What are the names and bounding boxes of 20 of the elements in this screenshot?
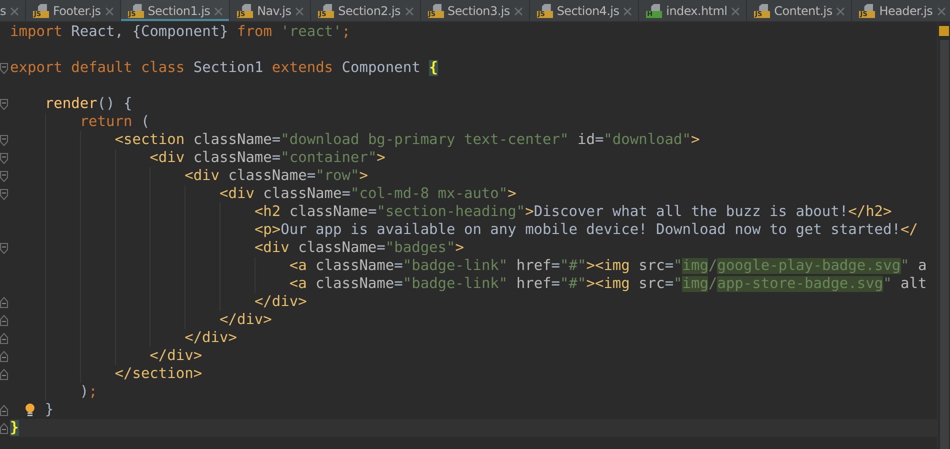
fold-marker-icon[interactable] bbox=[0, 62, 8, 74]
fold-marker-icon[interactable] bbox=[0, 368, 8, 380]
fold-marker-icon[interactable] bbox=[0, 404, 8, 416]
fold-marker-icon[interactable] bbox=[0, 152, 8, 164]
fold-marker-icon[interactable] bbox=[0, 332, 8, 344]
fold-marker-icon[interactable] bbox=[0, 422, 8, 434]
fold-marker-icon[interactable] bbox=[0, 314, 8, 326]
warning-marker[interactable] bbox=[939, 26, 949, 36]
code-line: render() { bbox=[44, 95, 132, 113]
fold-marker-icon[interactable] bbox=[0, 170, 8, 182]
fold-marker-icon[interactable] bbox=[0, 188, 8, 200]
code-line: import React, {Component} from 'react'; bbox=[10, 23, 350, 41]
code-line: export default class Section1 extends Component { bbox=[10, 59, 438, 77]
fold-marker-icon[interactable] bbox=[0, 296, 8, 308]
fold-marker-icon[interactable] bbox=[0, 134, 8, 146]
fold-marker-icon[interactable] bbox=[0, 98, 8, 110]
fold-marker-icon[interactable] bbox=[0, 350, 8, 362]
fold-marker-icon[interactable] bbox=[0, 242, 8, 254]
code-line: } bbox=[44, 401, 54, 419]
lightbulb-icon[interactable] bbox=[24, 403, 36, 417]
